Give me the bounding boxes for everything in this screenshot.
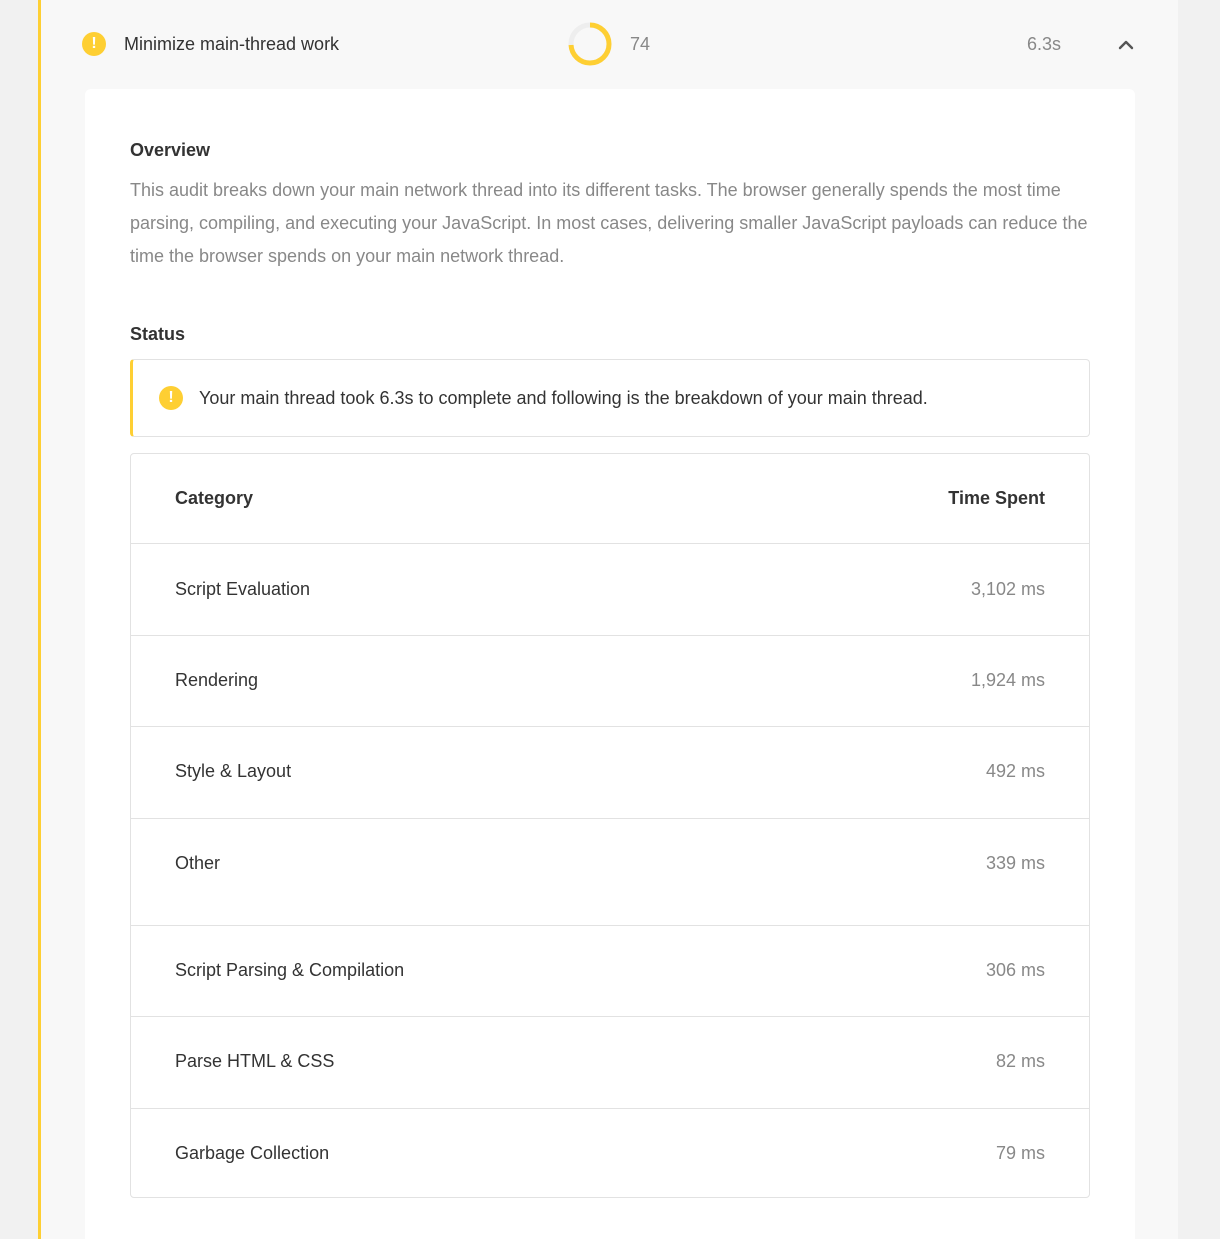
table-row: Script Evaluation 3,102 ms — [131, 544, 1089, 636]
column-header-time: Time Spent — [948, 488, 1045, 508]
warning-icon: ! — [82, 32, 106, 56]
table-header: Category Time Spent — [131, 454, 1089, 544]
table-row: Rendering 1,924 ms — [131, 636, 1089, 727]
breakdown-table: Category Time Spent Script Evaluation 3,… — [130, 453, 1090, 1198]
audit-title: Minimize main-thread work — [124, 34, 340, 54]
row-category: Garbage Collection — [175, 1143, 330, 1163]
score-ring — [568, 22, 612, 66]
overview-text: This audit breaks down your main network… — [130, 180, 1088, 266]
table-row: Style & Layout 492 ms — [131, 727, 1089, 819]
row-category: Parse HTML & CSS — [175, 1051, 335, 1071]
row-time: 306 ms — [985, 960, 1045, 980]
audit-panel: ! Minimize main-thread work 74 6.3s Over… — [38, 0, 1178, 1239]
overview-heading: Overview — [130, 140, 211, 160]
row-category: Other — [175, 853, 221, 873]
warning-icon: ! — [159, 386, 183, 410]
column-header-category: Category — [175, 488, 254, 508]
row-time: 339 ms — [985, 853, 1045, 873]
table-row: Parse HTML & CSS 82 ms — [131, 1017, 1089, 1109]
table-row: Garbage Collection 79 ms — [131, 1109, 1089, 1197]
row-category: Script Parsing & Compilation — [175, 960, 405, 980]
audit-time: 6.3s — [1026, 34, 1061, 54]
row-category: Rendering — [175, 670, 259, 690]
row-time: 82 ms — [995, 1051, 1045, 1071]
row-time: 1,924 ms — [970, 670, 1045, 690]
row-category: Style & Layout — [175, 761, 292, 781]
status-message: Your main thread took 6.3s to complete a… — [199, 388, 928, 408]
status-notice: ! Your main thread took 6.3s to complete… — [130, 359, 1090, 437]
table-row: Other 339 ms — [131, 819, 1089, 926]
table-row: Script Parsing & Compilation 306 ms — [131, 926, 1089, 1017]
row-time: 3,102 ms — [970, 579, 1045, 599]
score-value: 74 — [630, 34, 651, 54]
row-time: 79 ms — [995, 1143, 1045, 1163]
status-heading: Status — [130, 324, 186, 344]
audit-details: Overview This audit breaks down your mai… — [85, 89, 1135, 1239]
audit-header[interactable]: ! Minimize main-thread work 74 6.3s — [41, 0, 1178, 88]
row-time: 492 ms — [985, 761, 1045, 781]
row-category: Script Evaluation — [175, 579, 311, 599]
chevron-up-icon[interactable] — [1117, 36, 1135, 54]
